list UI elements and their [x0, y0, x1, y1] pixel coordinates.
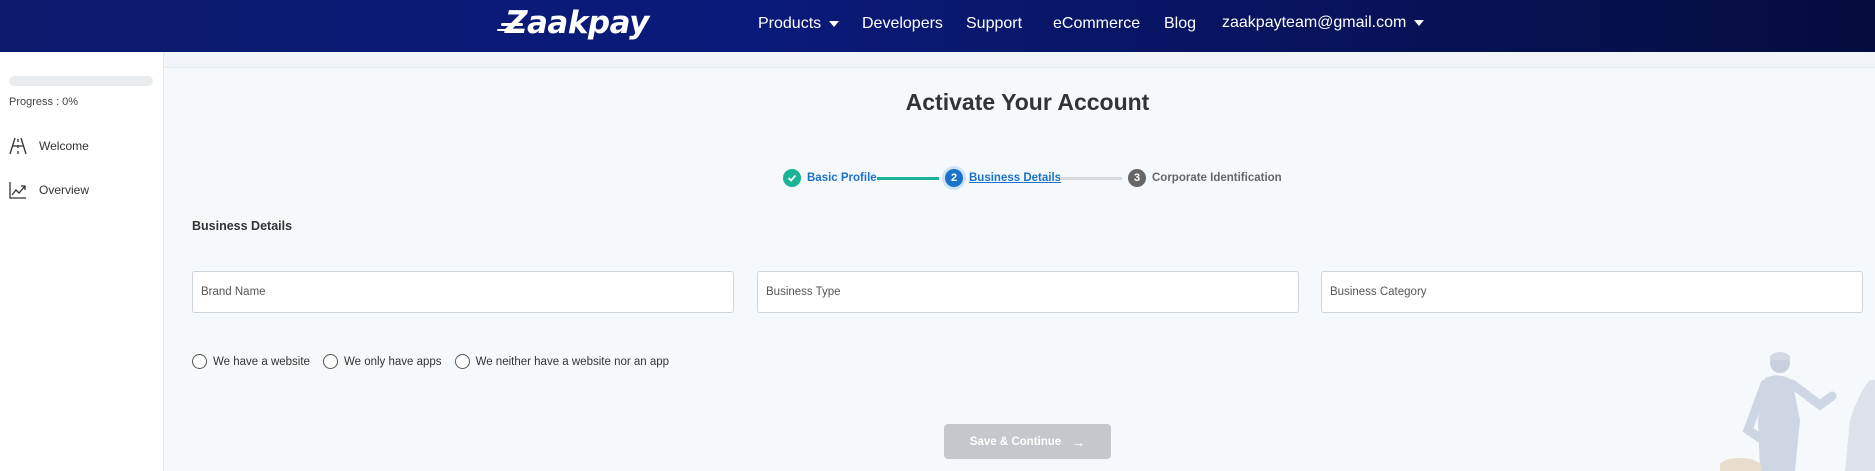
nav-products[interactable]: Products	[758, 15, 840, 33]
logo-swoosh	[501, 23, 523, 26]
radio-circle[interactable]	[322, 354, 338, 369]
nav-ecommerce[interactable]: eCommerce	[1053, 15, 1140, 33]
website-radio-group: We have a website We only have apps We n…	[192, 354, 682, 369]
nav-ecommerce-label: eCommerce	[1053, 15, 1141, 32]
section-title: Business Details	[192, 219, 293, 233]
step-basic-profile[interactable]: Basic Profile	[783, 169, 877, 187]
sidebar: Progress : 0% Welcome Overview	[0, 52, 164, 471]
nav-developers[interactable]: Developers	[862, 15, 943, 33]
step-number-badge: 3	[1128, 169, 1146, 187]
radio-only-apps[interactable]: We only have apps	[322, 354, 442, 369]
content-top-strip	[164, 52, 1875, 68]
radio-label: We have a website	[213, 355, 310, 368]
radio-have-website[interactable]: We have a website	[192, 354, 310, 369]
radio-label: We only have apps	[343, 355, 442, 368]
nav-support[interactable]: Support	[966, 15, 1022, 33]
step-label: Corporate Identification	[1152, 172, 1282, 184]
progress-bar	[9, 76, 153, 86]
trend-chart-icon	[9, 182, 26, 199]
nav-blog-label: Blog	[1164, 15, 1197, 32]
chevron-down-icon	[1414, 20, 1425, 26]
nav-developers-label: Developers	[862, 15, 943, 32]
business-category-field[interactable]	[1321, 271, 1863, 313]
top-navbar: Zaakpay Products Developers Support eCom…	[0, 0, 1875, 52]
zaakpay-logo[interactable]: Zaakpay	[497, 5, 649, 41]
radio-label: We neither have a website nor an app	[475, 355, 670, 368]
save-button-label: Save & Continue	[969, 435, 1062, 448]
person-illustration	[1720, 352, 1875, 471]
step-connector-1	[877, 177, 939, 180]
radio-circle[interactable]	[454, 354, 470, 369]
chevron-down-icon	[829, 21, 840, 27]
road-icon	[9, 137, 27, 155]
brand-name-input[interactable]	[193, 272, 733, 312]
page-title: Activate Your Account	[905, 89, 1150, 115]
sidebar-item-welcome[interactable]: Welcome	[9, 137, 89, 155]
logo-text: Zaakpay	[505, 5, 649, 41]
nav-support-label: Support	[966, 15, 1023, 32]
save-continue-button[interactable]: Save & Continue →	[944, 424, 1111, 459]
step-label: Basic Profile	[807, 172, 877, 184]
business-type-field[interactable]	[757, 271, 1299, 313]
business-category-input[interactable]	[1322, 272, 1862, 312]
arrow-right-icon: →	[1071, 433, 1086, 450]
step-label: Business Details	[969, 172, 1062, 184]
step-number-badge: 2	[945, 169, 963, 187]
step-business-details[interactable]: 2 Business Details	[945, 169, 1061, 187]
sidebar-item-overview[interactable]: Overview	[9, 181, 89, 199]
brand-name-field[interactable]	[192, 271, 734, 313]
radio-circle[interactable]	[192, 354, 207, 369]
sidebar-item-label: Overview	[39, 183, 90, 197]
radio-neither[interactable]: We neither have a website nor an app	[454, 354, 670, 369]
nav-products-label: Products	[758, 15, 822, 32]
nav-blog[interactable]: Blog	[1164, 15, 1196, 33]
sidebar-item-label: Welcome	[39, 139, 89, 153]
account-email: zaakpayteam@gmail.com	[1222, 14, 1407, 31]
account-menu[interactable]: zaakpayteam@gmail.com	[1222, 14, 1425, 32]
progress-label: Progress : 0%	[9, 96, 79, 108]
business-type-input[interactable]	[758, 272, 1298, 312]
checkmark-icon	[783, 169, 801, 187]
logo-swoosh-2	[497, 29, 513, 31]
step-corporate-identification[interactable]: 3 Corporate Identification	[1128, 169, 1282, 187]
step-connector-2	[1060, 177, 1122, 180]
